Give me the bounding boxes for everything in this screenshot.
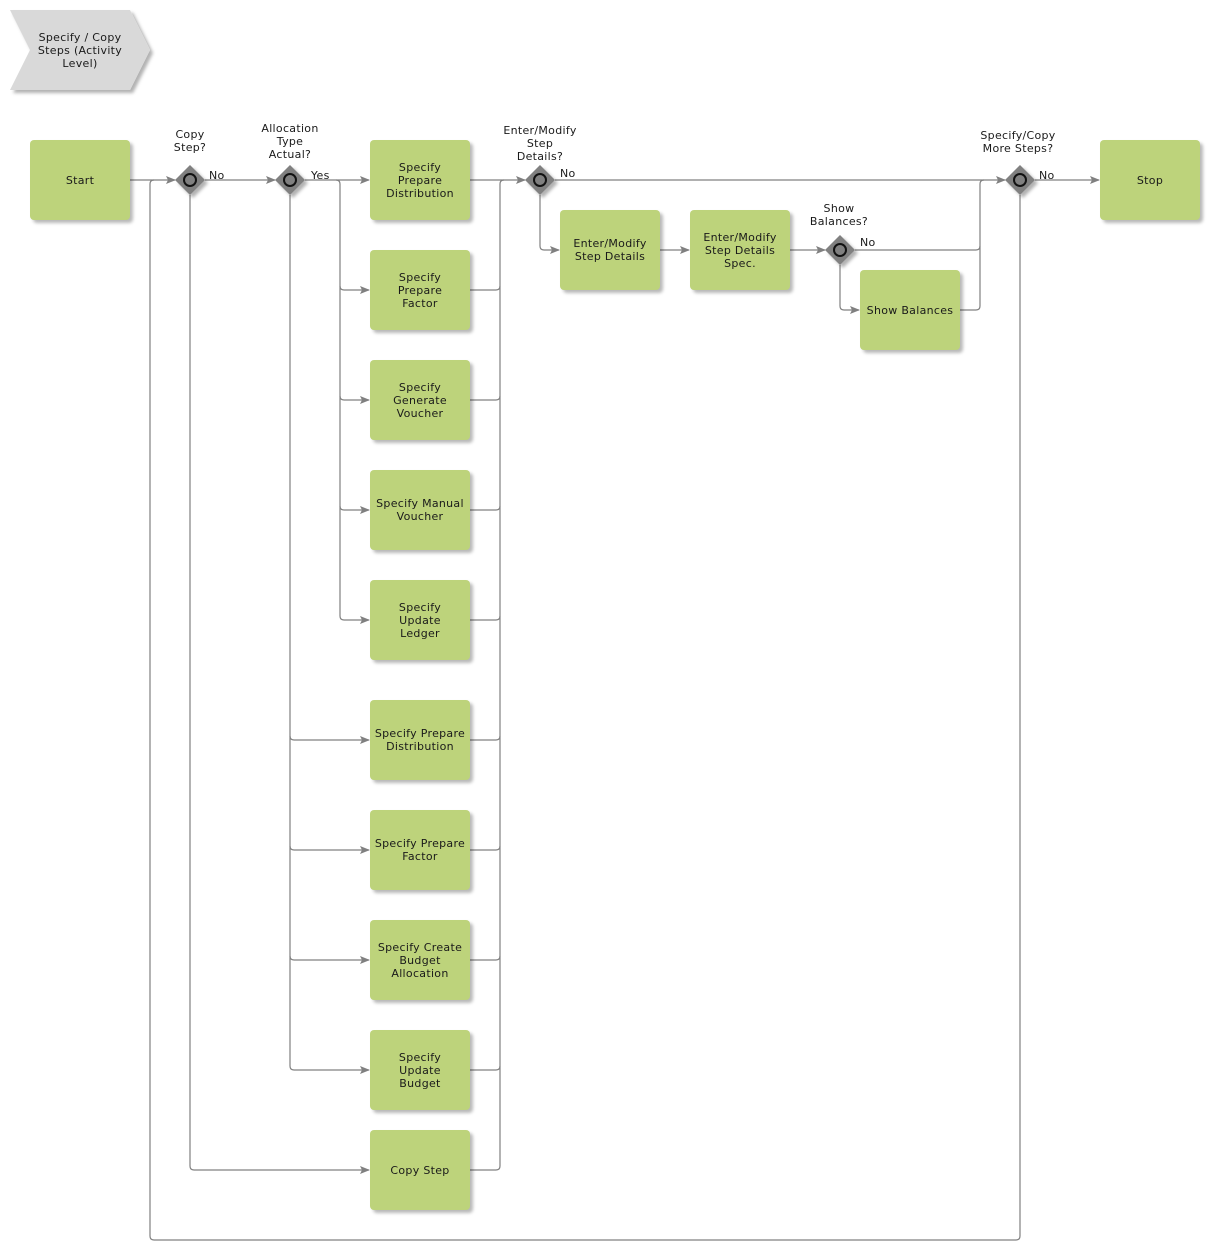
gateway-label-more-steps: Specify/Copy More Steps?	[980, 129, 1056, 155]
task-actual-generate-voucher[interactable]: Specify Generate Voucher	[370, 360, 470, 440]
diagram-title: Specify / Copy Steps (Activity Level)	[37, 30, 123, 70]
edge-to-budget-distribution	[289, 735, 370, 744]
edge-to-actual-manual-voucher	[339, 505, 370, 514]
task-enter-modify-step-details-spec[interactable]: Enter/Modify Step Details Spec.	[690, 210, 790, 290]
edge-enter-modify-yes	[539, 195, 560, 254]
gateway-label-enter-modify: Enter/Modify Step Details?	[503, 124, 577, 163]
gateway-enter-modify[interactable]	[525, 165, 555, 195]
connector-layer	[10, 10, 1100, 1241]
task-copy-step[interactable]: Copy Step	[370, 1130, 470, 1210]
edge-show-balances-yes	[839, 265, 860, 314]
gateway-allocation-type[interactable]	[275, 165, 305, 195]
gateway-label-show-balances: Show Balances?	[809, 202, 869, 228]
edge-budget-bus	[289, 195, 370, 1074]
edge-to-actual-factor	[339, 285, 370, 294]
task-actual-update-ledger[interactable]: Specify Update Ledger	[370, 580, 470, 660]
edge-label-copy-step-no: No	[209, 169, 225, 182]
gateway-label-copy-step: Copy Step?	[173, 128, 207, 154]
edge-to-actual-generate-voucher	[339, 395, 370, 404]
task-budget-prepare-factor[interactable]: Specify Prepare Factor	[370, 810, 470, 890]
task-budget-update-budget[interactable]: Specify Update Budget	[370, 1030, 470, 1110]
task-show-balances[interactable]: Show Balances	[860, 270, 960, 350]
gateway-copy-step[interactable]	[175, 165, 205, 195]
task-actual-manual-voucher[interactable]: Specify Manual Voucher	[370, 470, 470, 550]
edge-label-show-balances-no: No	[860, 236, 876, 249]
start-event[interactable]: Start	[30, 140, 130, 220]
task-budget-create-allocation[interactable]: Specify Create Budget Allocation	[370, 920, 470, 1000]
edge-to-budget-create-allocation	[289, 955, 370, 964]
task-actual-prepare-factor[interactable]: Specify Prepare Factor	[370, 250, 470, 330]
edge-label-allocation-yes: Yes	[311, 169, 330, 182]
edge-label-enter-modify-no: No	[560, 167, 576, 180]
edge-to-budget-factor	[289, 845, 370, 854]
task-enter-modify-step-details[interactable]: Enter/Modify Step Details	[560, 210, 660, 290]
edge-copy-yes-to-copy-step-task	[189, 195, 370, 1174]
gateway-label-allocation-type: Allocation Type Actual?	[261, 122, 319, 161]
task-actual-prepare-distribution[interactable]: Specify Prepare Distribution	[370, 140, 470, 220]
edge-show-balances-out	[960, 179, 985, 311]
gateway-more-steps[interactable]	[1005, 165, 1035, 195]
gateway-show-balances[interactable]	[825, 235, 855, 265]
edge-label-more-steps-no: No	[1039, 169, 1055, 182]
task-budget-prepare-distribution[interactable]: Specify Prepare Distribution	[370, 700, 470, 780]
stop-event[interactable]: Stop	[1100, 140, 1200, 220]
